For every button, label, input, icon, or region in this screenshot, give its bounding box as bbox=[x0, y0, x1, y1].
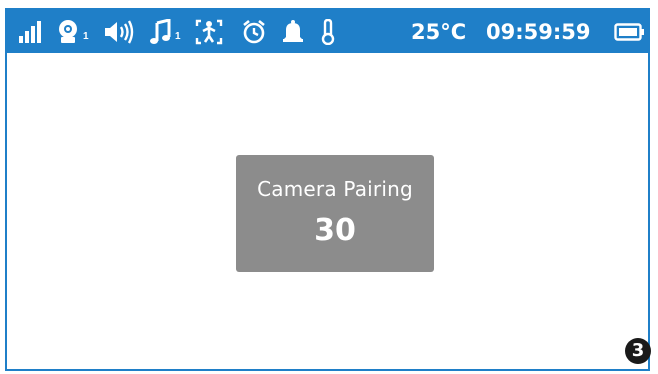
dialog-title: Camera Pairing bbox=[257, 177, 413, 201]
status-bar: 1 1 25°C 09:59:59 bbox=[7, 10, 648, 53]
clock-time: 09:59:59 bbox=[486, 20, 591, 44]
alarm-icon bbox=[243, 19, 265, 44]
camera-pairing-dialog: Camera Pairing 30 bbox=[236, 155, 434, 272]
signal-icon bbox=[19, 21, 41, 43]
music-icon bbox=[150, 19, 171, 44]
pairing-countdown: 30 bbox=[314, 213, 356, 248]
thermometer-icon bbox=[321, 19, 335, 45]
temperature-readout: 25°C bbox=[411, 20, 467, 44]
battery-icon bbox=[614, 23, 644, 41]
camera-icon bbox=[59, 20, 77, 43]
step-callout-badge: 3 bbox=[625, 338, 651, 364]
monitor-screen: 1 1 25°C 09:59:59 Camera Pairing 30 bbox=[5, 8, 650, 371]
camera-number: 1 bbox=[83, 31, 89, 42]
music-number: 1 bbox=[175, 31, 181, 42]
speaker-icon bbox=[105, 20, 134, 44]
vox-icon bbox=[195, 19, 223, 45]
bell-icon bbox=[283, 20, 303, 42]
